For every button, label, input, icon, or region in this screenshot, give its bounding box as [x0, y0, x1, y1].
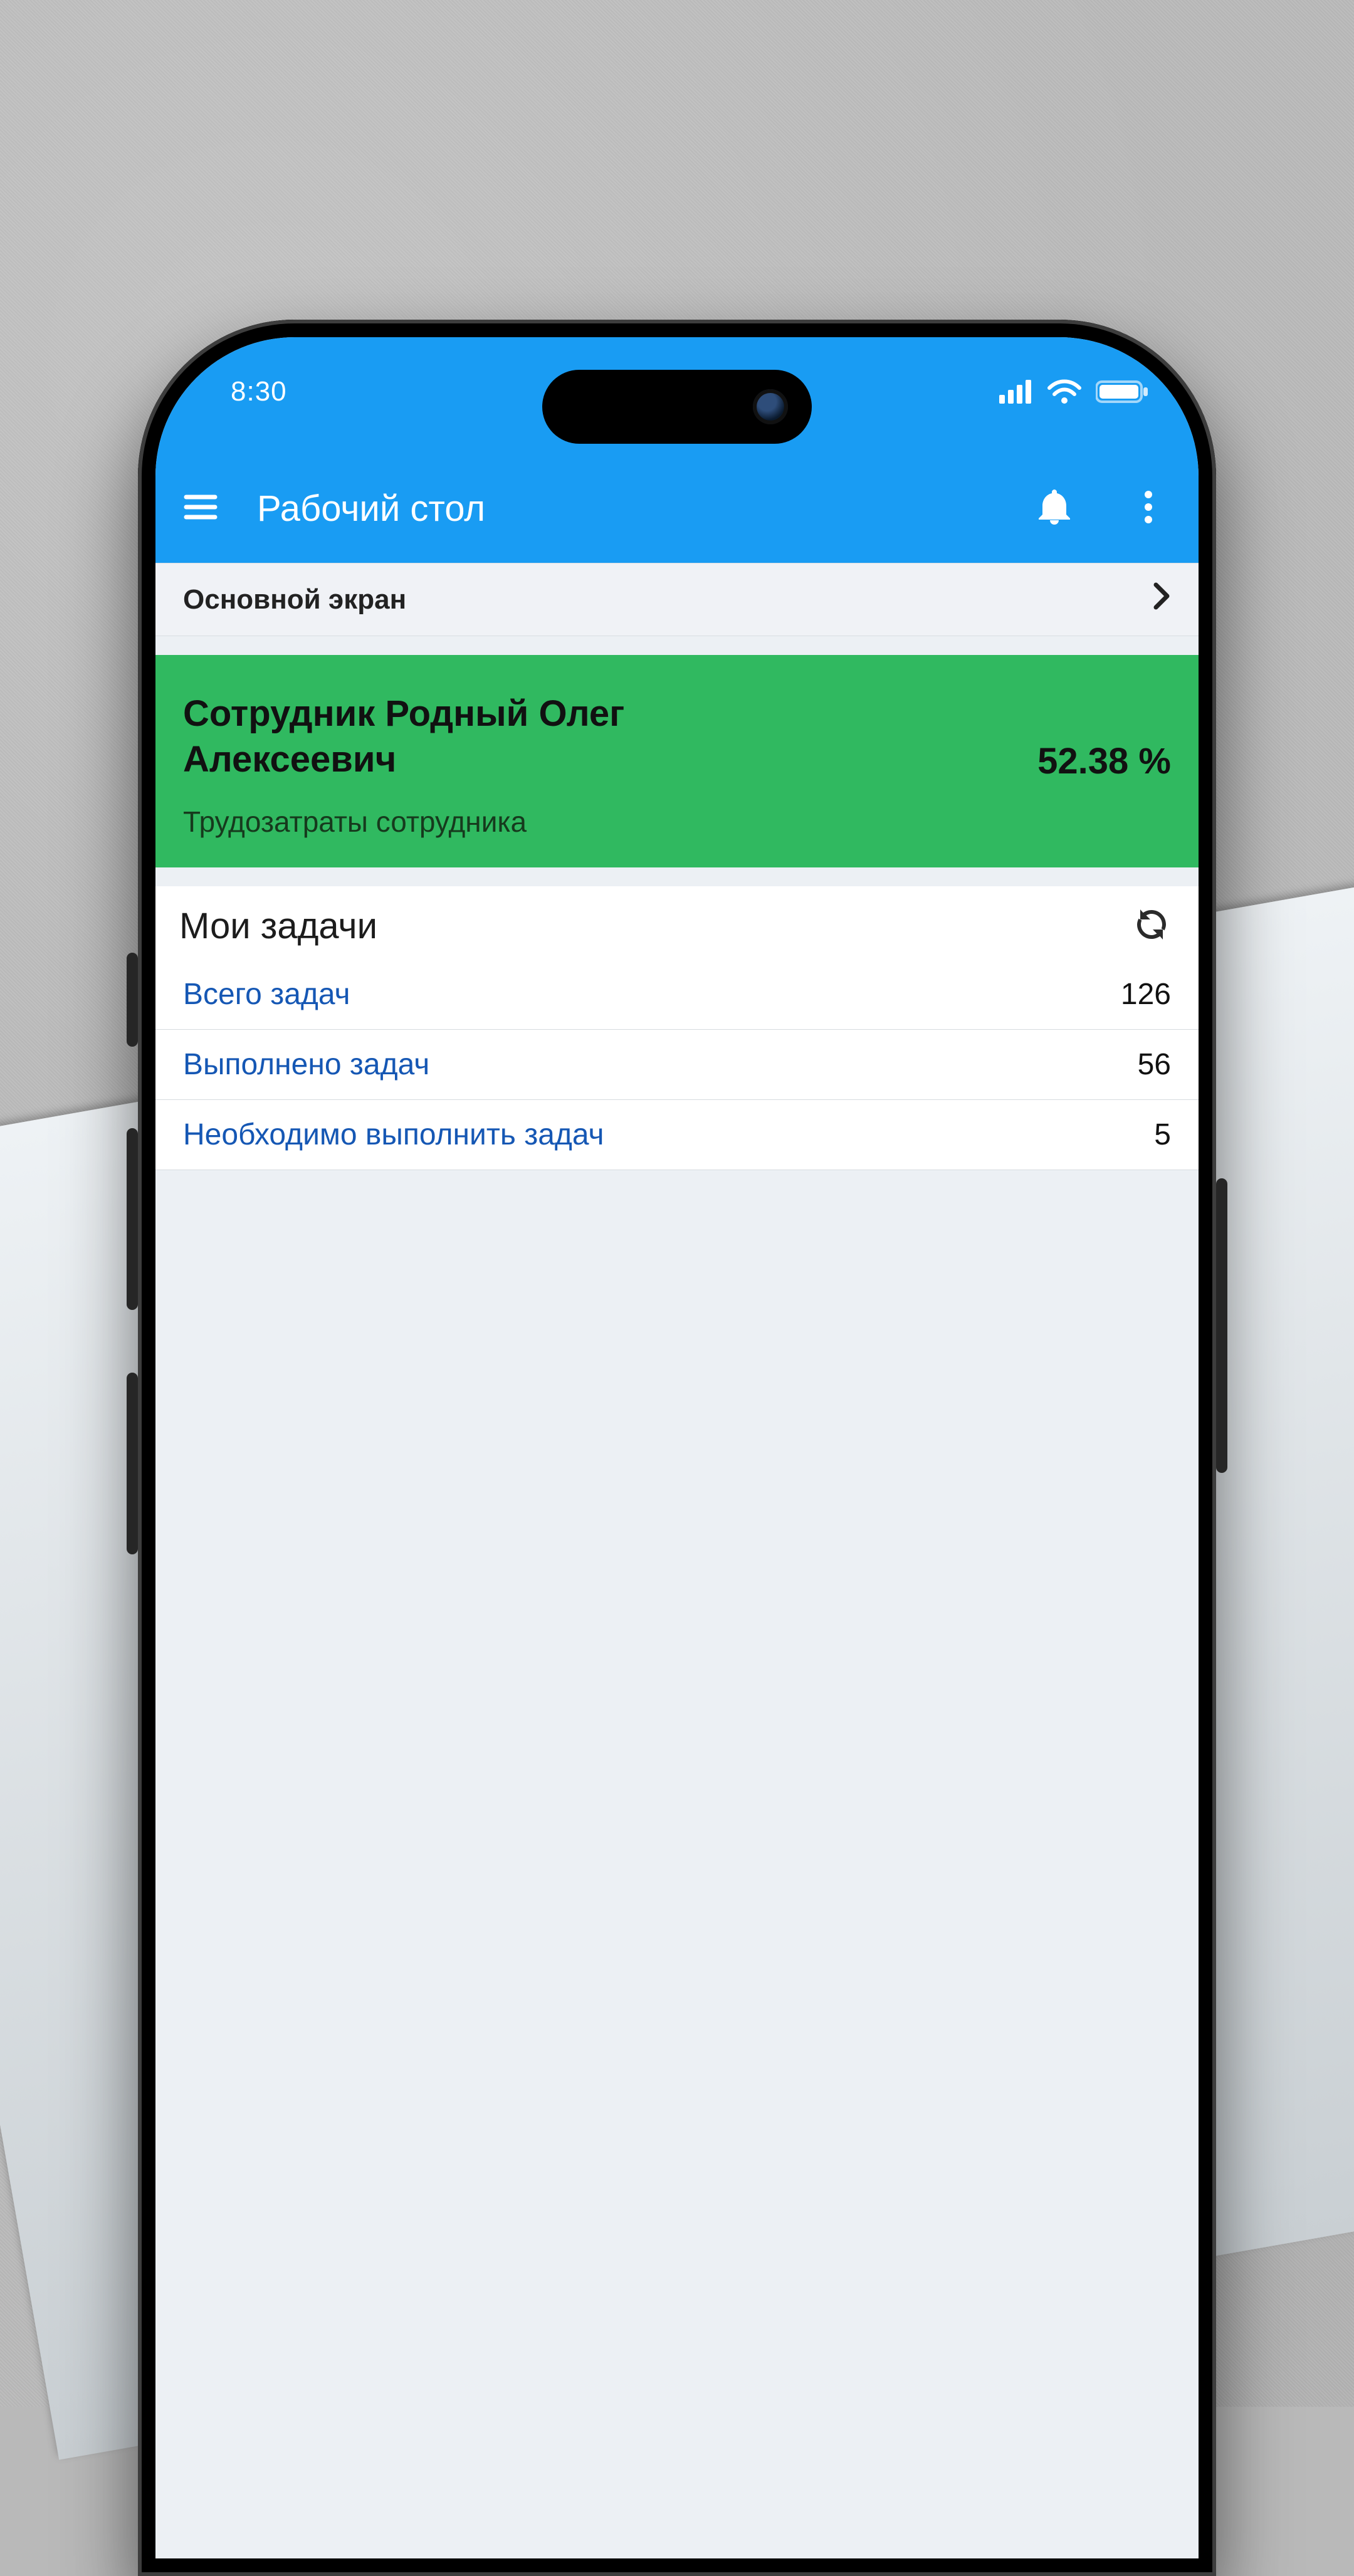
app-bar: Рабочий стол [155, 469, 1199, 563]
tasks-title: Мои задачи [179, 905, 377, 947]
phone-side-button [127, 953, 138, 1047]
status-time: 8:30 [231, 376, 287, 407]
employee-percent: 52.38 % [1037, 740, 1171, 782]
notifications-button[interactable] [1034, 488, 1074, 528]
front-camera [753, 389, 788, 424]
menu-button[interactable] [181, 488, 221, 528]
spacer [155, 636, 1199, 655]
cellular-icon [999, 380, 1033, 404]
subnav-label: Основной экран [183, 584, 406, 615]
employee-subtitle: Трудозатраты сотрудника [183, 805, 1171, 839]
tasks-row-todo[interactable]: Необходимо выполнить задач 5 [155, 1100, 1199, 1170]
empty-area [155, 1170, 1199, 2558]
battery-icon [1096, 380, 1148, 404]
screen: 8:30 Рабочий стол [155, 337, 1199, 2558]
tasks-row-done[interactable]: Выполнено задач 56 [155, 1030, 1199, 1100]
subnav-row[interactable]: Основной экран [155, 563, 1199, 636]
phone-frame: 8:30 Рабочий стол [138, 320, 1216, 2576]
task-row-label: Выполнено задач [183, 1047, 429, 1082]
task-row-value: 5 [1154, 1118, 1171, 1152]
tasks-header: Мои задачи [155, 886, 1199, 960]
employee-card[interactable]: Сотрудник Родный Олег Алексеевич 52.38 %… [155, 655, 1199, 867]
tasks-row-total[interactable]: Всего задач 126 [155, 960, 1199, 1030]
employee-name: Сотрудник Родный Олег Алексеевич [183, 691, 841, 782]
page-title: Рабочий стол [257, 488, 998, 530]
chevron-right-icon [1153, 582, 1171, 617]
phone-side-button [1216, 1178, 1227, 1473]
status-icons [999, 379, 1148, 404]
more-vertical-icon [1143, 490, 1153, 528]
hamburger-icon [184, 494, 218, 523]
task-row-label: Всего задач [183, 977, 350, 1012]
task-row-value: 126 [1121, 977, 1171, 1012]
bell-icon [1039, 490, 1070, 528]
task-row-value: 56 [1138, 1047, 1171, 1082]
spacer [155, 867, 1199, 886]
refresh-icon [1136, 932, 1167, 943]
refresh-button[interactable] [1136, 909, 1171, 944]
phone-side-button [127, 1128, 138, 1310]
phone-side-button [127, 1373, 138, 1554]
tasks-section: Мои задачи Всего задач 126 Выполнено зад… [155, 886, 1199, 1170]
wifi-icon [1047, 379, 1082, 404]
dynamic-island [542, 370, 812, 444]
task-row-label: Необходимо выполнить задач [183, 1118, 604, 1152]
overflow-button[interactable] [1128, 488, 1168, 528]
employee-card-top: Сотрудник Родный Олег Алексеевич 52.38 % [183, 691, 1171, 782]
